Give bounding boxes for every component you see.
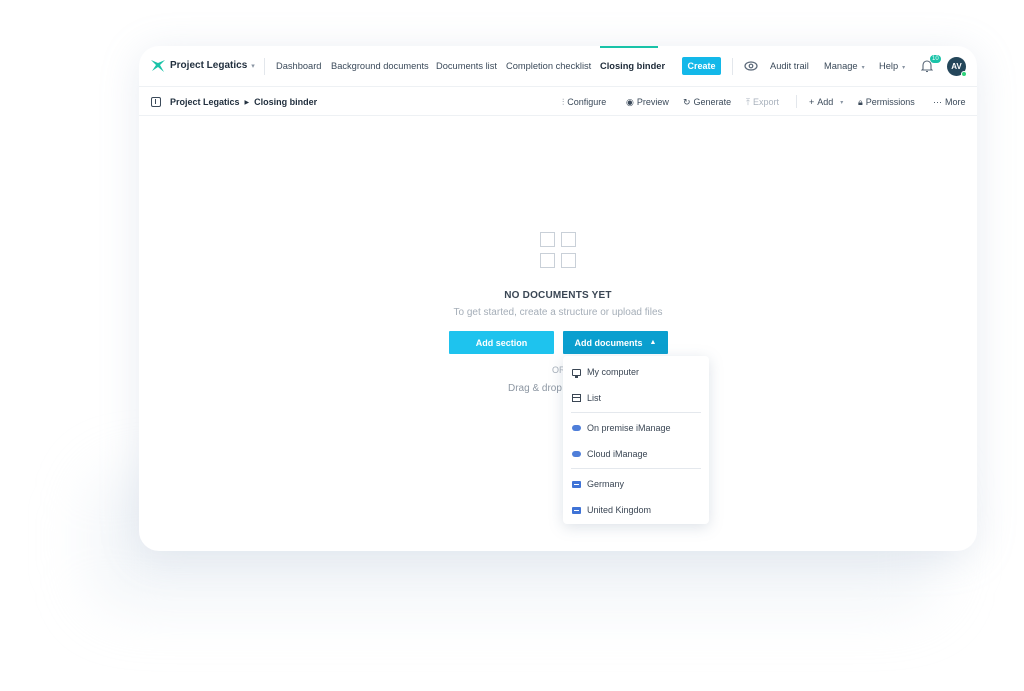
menu-item-list[interactable]: List bbox=[572, 393, 601, 403]
more-label: More bbox=[945, 97, 966, 107]
nav-manage[interactable]: Manage ▾ bbox=[824, 61, 865, 71]
refresh-icon: ↻ bbox=[683, 96, 691, 107]
export-label: Export bbox=[752, 97, 779, 107]
upload-icon: ⤒ bbox=[746, 96, 750, 107]
online-status-dot bbox=[961, 71, 967, 77]
menu-item-label: Cloud iManage bbox=[587, 449, 648, 459]
breadcrumb-current: Closing binder bbox=[254, 97, 318, 107]
eye-icon: ◉ bbox=[626, 96, 634, 107]
menu-divider bbox=[571, 468, 701, 469]
preview-button[interactable]: ◉ Preview bbox=[626, 97, 669, 107]
create-button[interactable]: Create bbox=[682, 57, 721, 75]
nav-help[interactable]: Help ▾ bbox=[879, 61, 905, 71]
sidebar-toggle-icon[interactable] bbox=[151, 97, 161, 107]
imanage-icon bbox=[572, 425, 581, 431]
lock-icon: 🔒︎ bbox=[858, 96, 863, 107]
menu-item-germany[interactable]: Germany bbox=[572, 479, 624, 489]
active-tab-indicator bbox=[600, 46, 658, 48]
generate-button[interactable]: ↻ Generate bbox=[683, 97, 731, 107]
nav-documents-list[interactable]: Documents list bbox=[436, 61, 497, 71]
nav-background-documents[interactable]: Background documents bbox=[331, 61, 429, 71]
preview-label: Preview bbox=[636, 97, 669, 107]
netdocuments-icon bbox=[572, 506, 581, 514]
project-name: Project Legatics bbox=[170, 60, 248, 71]
project-switcher[interactable]: Project Legatics ▾ bbox=[170, 60, 255, 71]
grid-empty-icon bbox=[540, 232, 576, 268]
empty-state-subtitle: To get started, create a structure or up… bbox=[453, 307, 663, 318]
caret-up-icon: ▲ bbox=[649, 339, 657, 346]
app-window: Project Legatics ▾ Dashboard Background d… bbox=[139, 46, 977, 551]
legatics-logo-icon bbox=[151, 60, 165, 72]
chevron-down-icon: ▾ bbox=[861, 65, 865, 71]
toolbar-divider bbox=[796, 95, 797, 108]
table-icon bbox=[572, 394, 581, 402]
monitor-icon bbox=[572, 368, 581, 378]
configure-label: Configure bbox=[567, 97, 607, 107]
breadcrumb: Project Legatics ▶ Closing binder bbox=[170, 97, 317, 107]
export-button[interactable]: ⤒ Export bbox=[746, 97, 779, 107]
add-documents-button[interactable]: Add documents ▲ bbox=[563, 331, 668, 354]
nav-completion-checklist[interactable]: Completion checklist bbox=[506, 61, 591, 71]
chevron-down-icon: ▾ bbox=[251, 63, 255, 70]
plus-icon: + bbox=[809, 96, 815, 107]
nav-manage-label: Manage bbox=[824, 61, 858, 71]
nav-closing-binder[interactable]: Closing binder bbox=[600, 61, 665, 71]
eye-icon[interactable] bbox=[744, 60, 758, 72]
menu-item-label: My computer bbox=[587, 367, 640, 377]
cloud-icon bbox=[572, 451, 581, 457]
menu-item-label: Germany bbox=[587, 479, 625, 489]
menu-divider bbox=[571, 412, 701, 413]
chevron-right-icon: ▶ bbox=[244, 100, 250, 106]
menu-item-label: On premise iManage bbox=[587, 423, 671, 433]
menu-item-label: List bbox=[587, 393, 602, 403]
breadcrumb-project[interactable]: Project Legatics bbox=[170, 97, 240, 107]
menu-item-my-computer[interactable]: My computer bbox=[572, 367, 640, 378]
add-documents-label: Add documents bbox=[574, 337, 643, 348]
nav-divider bbox=[264, 58, 265, 75]
add-label: Add bbox=[817, 97, 834, 107]
nav-dashboard[interactable]: Dashboard bbox=[276, 61, 321, 71]
nav-divider bbox=[732, 58, 733, 75]
ellipsis-icon: ··· bbox=[933, 96, 942, 107]
sliders-icon: ⫶ bbox=[562, 96, 565, 107]
add-documents-menu: My computer List On premise iManage Clou… bbox=[563, 356, 709, 524]
netdocuments-icon bbox=[572, 480, 581, 488]
menu-item-united-kingdom[interactable]: United Kingdom bbox=[572, 505, 651, 515]
add-button[interactable]: + Add ▾ bbox=[809, 97, 843, 107]
drag-drop-hint: Drag & drop bbox=[508, 383, 562, 394]
permissions-label: Permissions bbox=[865, 97, 915, 107]
nav-audit-trail[interactable]: Audit trail bbox=[770, 61, 809, 71]
top-nav: Project Legatics ▾ Dashboard Background d… bbox=[139, 46, 977, 87]
notification-badge: 10 bbox=[930, 55, 941, 63]
menu-item-label: United Kingdom bbox=[587, 505, 652, 515]
empty-state-title: NO DOCUMENTS YET bbox=[504, 290, 612, 301]
nav-help-label: Help bbox=[879, 61, 899, 71]
menu-item-cloud-imanage[interactable]: Cloud iManage bbox=[572, 449, 648, 459]
configure-button[interactable]: ⫶ Configure bbox=[562, 97, 606, 107]
chevron-down-icon: ▾ bbox=[902, 65, 906, 71]
generate-label: Generate bbox=[693, 97, 732, 107]
chevron-down-icon: ▾ bbox=[840, 99, 844, 106]
sub-toolbar: Project Legatics ▶ Closing binder ⫶ Configu… bbox=[139, 87, 977, 116]
more-button[interactable]: ··· More bbox=[933, 97, 966, 107]
permissions-button[interactable]: 🔒︎ Permissions bbox=[858, 97, 915, 107]
add-section-button[interactable]: Add section bbox=[449, 331, 554, 354]
menu-item-on-premise-imanage[interactable]: On premise iManage bbox=[572, 423, 671, 433]
